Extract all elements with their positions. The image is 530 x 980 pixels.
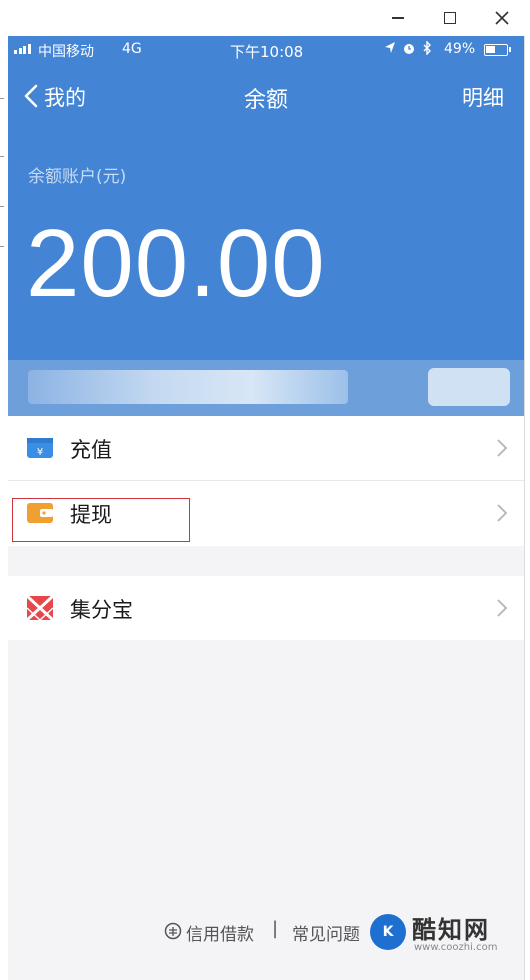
recharge-wallet-icon: ¥ xyxy=(27,438,53,458)
alarm-icon xyxy=(404,44,414,54)
maximize-button[interactable] xyxy=(438,6,462,30)
minimize-icon xyxy=(392,17,404,19)
status-bar: 中国移动 4G 下午10:08 49% xyxy=(8,36,524,64)
battery-tip xyxy=(509,47,511,52)
watermark: K 酷知网 www.coozhi.com xyxy=(366,904,524,960)
faq-link[interactable]: 常见问题 xyxy=(292,920,360,945)
battery-icon xyxy=(484,44,508,56)
jifenbao-icon xyxy=(26,596,54,620)
status-time: 下午10:08 xyxy=(230,43,304,61)
credit-icon xyxy=(164,922,182,940)
window-right-edge xyxy=(524,36,530,980)
notice-banner[interactable] xyxy=(8,360,524,416)
edge-mark xyxy=(0,156,4,157)
chevron-right-icon xyxy=(497,599,508,617)
watermark-logo-icon: K xyxy=(370,914,406,950)
notice-text-blurred xyxy=(28,370,348,404)
balance-header: 中国移动 4G 下午10:08 49% 我的 余额 明细 余额账户(元) 200… xyxy=(8,36,524,360)
window-left-edge xyxy=(0,36,8,980)
battery-percent: 49% xyxy=(444,41,476,57)
balance-amount: 200.00 xyxy=(26,210,326,317)
window-title-bar xyxy=(0,0,530,36)
battery-level xyxy=(486,46,495,53)
chevron-right-icon xyxy=(497,439,508,457)
page-title: 余额 xyxy=(243,88,288,113)
maximize-icon xyxy=(444,12,456,24)
jifenbao-label: 集分宝 xyxy=(70,598,133,622)
bluetooth-icon xyxy=(423,41,431,55)
footer-separator: | xyxy=(272,918,279,939)
phone-screen: 中国移动 4G 下午10:08 49% 我的 余额 明细 余额账户(元) 200… xyxy=(8,36,524,980)
edge-mark xyxy=(0,98,4,99)
highlight-annotation xyxy=(12,498,190,542)
edge-mark xyxy=(0,246,4,247)
notice-action-button[interactable] xyxy=(428,368,510,406)
close-button[interactable] xyxy=(490,6,514,30)
watermark-name: 酷知网 xyxy=(412,916,490,944)
menu-group-points: 集分宝 xyxy=(8,576,524,640)
signal-icon xyxy=(14,44,31,54)
minimize-button[interactable] xyxy=(386,6,410,30)
edge-mark xyxy=(0,206,4,207)
status-icons xyxy=(384,41,432,55)
chevron-right-icon xyxy=(497,504,508,522)
balance-label: 余额账户(元) xyxy=(28,167,127,187)
recharge-label: 充值 xyxy=(70,438,112,462)
detail-button[interactable]: 明细 xyxy=(462,82,504,112)
watermark-url: www.coozhi.com xyxy=(414,942,498,953)
carrier-name: 中国移动 xyxy=(38,44,94,60)
recharge-row[interactable]: ¥ 充值 xyxy=(8,416,524,480)
nav-bar: 我的 余额 明细 xyxy=(8,74,524,118)
jifenbao-row[interactable]: 集分宝 xyxy=(8,576,524,640)
credit-loan-link[interactable]: 信用借款 xyxy=(186,920,254,945)
svg-text:¥: ¥ xyxy=(37,447,43,458)
network-type: 4G xyxy=(122,41,142,57)
location-icon xyxy=(385,42,395,53)
close-icon xyxy=(495,11,509,25)
